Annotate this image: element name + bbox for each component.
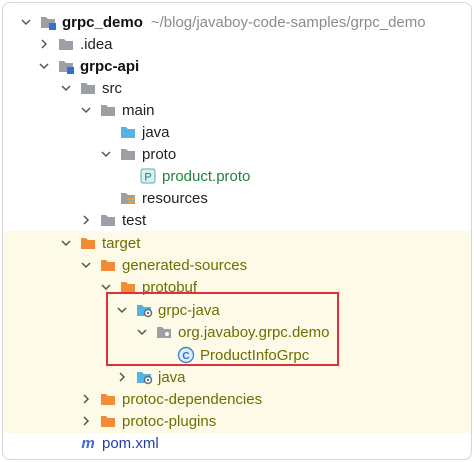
tree-row-grpc-api[interactable]: grpc-api — [3, 55, 471, 77]
tree-item-label: main — [122, 101, 155, 119]
tree-item-label: proto — [142, 145, 177, 163]
tree-row-protoc-dependencies[interactable]: protoc-dependencies — [3, 388, 471, 410]
tree-row-product-info-grpc[interactable]: C ProductInfoGrpc — [3, 344, 471, 366]
project-tree-panel: grpc_demo ~/blog/javaboy-code-samples/gr… — [2, 2, 472, 460]
tree-row-root[interactable]: grpc_demo ~/blog/javaboy-code-samples/gr… — [3, 11, 471, 33]
excluded-folder-icon — [119, 278, 137, 296]
tree-item-label: product.proto — [162, 167, 251, 185]
tree-item-label: grpc-java — [158, 301, 220, 319]
tree-row-main[interactable]: main — [3, 99, 471, 121]
folder-icon — [119, 145, 137, 163]
chevron-down-icon[interactable] — [135, 321, 149, 343]
chevron-down-icon[interactable] — [99, 143, 113, 165]
chevron-right-icon[interactable] — [79, 388, 93, 410]
tree-item-label: java — [142, 123, 170, 141]
chevron-down-icon[interactable] — [19, 11, 33, 33]
excluded-folder-icon — [79, 234, 97, 252]
tree-row-product-proto[interactable]: P product.proto — [3, 165, 471, 187]
tree-row-package[interactable]: org.javaboy.grpc.demo — [3, 321, 471, 343]
tree-row-grpc-java[interactable]: grpc-java — [3, 299, 471, 321]
class-icon-letter: C — [182, 351, 189, 362]
tree-item-label: ProductInfoGrpc — [200, 346, 310, 364]
tree-row-java-generated[interactable]: java — [3, 366, 471, 388]
resources-folder-icon — [119, 189, 137, 207]
source-folder-icon — [119, 123, 137, 141]
proto-file-letter: P — [144, 172, 151, 184]
tree-item-label: src — [102, 79, 122, 97]
tree-item-label: .idea — [80, 35, 113, 53]
chevron-down-icon[interactable] — [115, 299, 129, 321]
chevron-down-icon[interactable] — [59, 232, 73, 254]
chevron-down-icon[interactable] — [99, 276, 113, 298]
generated-source-folder-icon — [135, 301, 153, 319]
tree-item-label: org.javaboy.grpc.demo — [178, 323, 330, 341]
root-path: ~/blog/javaboy-code-samples/grpc_demo — [150, 13, 426, 31]
tree-row-pom-xml[interactable]: m pom.xml — [3, 432, 471, 454]
package-icon — [155, 323, 173, 341]
tree-item-label: protoc-dependencies — [122, 390, 263, 408]
chevron-right-icon[interactable] — [79, 209, 93, 231]
proto-file-icon: P — [139, 167, 157, 185]
module-folder-icon — [57, 57, 75, 75]
tree-item-label: protobuf — [142, 278, 198, 296]
folder-icon — [57, 35, 75, 53]
tree-row-protobuf[interactable]: protobuf — [3, 276, 471, 298]
tree-item-label: resources — [142, 189, 208, 207]
excluded-folder-icon — [99, 390, 117, 408]
chevron-down-icon[interactable] — [59, 77, 73, 99]
tree-item-label: target — [102, 234, 141, 252]
tree-item-label: pom.xml — [102, 434, 159, 452]
chevron-down-icon[interactable] — [37, 55, 51, 77]
chevron-right-icon[interactable] — [79, 410, 93, 432]
tree-item-label: java — [158, 368, 186, 386]
class-icon: C — [177, 346, 195, 364]
tree-row-target[interactable]: target — [3, 232, 471, 254]
chevron-right-icon[interactable] — [37, 33, 51, 55]
chevron-down-icon[interactable] — [79, 254, 93, 276]
tree-row-proto[interactable]: proto — [3, 143, 471, 165]
tree-row-java-src[interactable]: java — [3, 121, 471, 143]
module-folder-icon — [39, 13, 57, 31]
excluded-folder-icon — [99, 256, 117, 274]
tree-item-label: grpc-api — [80, 57, 140, 75]
tree-item-label: test — [122, 211, 147, 229]
tree-row-protoc-plugins[interactable]: protoc-plugins — [3, 410, 471, 432]
tree-row-idea[interactable]: .idea — [3, 33, 471, 55]
tree-row-test[interactable]: test — [3, 209, 471, 231]
tree-row-resources[interactable]: resources — [3, 187, 471, 209]
folder-icon — [99, 101, 117, 119]
chevron-down-icon[interactable] — [79, 99, 93, 121]
maven-file-letter: m — [81, 435, 94, 452]
excluded-folder-icon — [99, 412, 117, 430]
folder-icon — [99, 211, 117, 229]
chevron-right-icon[interactable] — [115, 366, 129, 388]
generated-source-folder-icon — [135, 368, 153, 386]
tree-item-label: generated-sources — [122, 256, 248, 274]
folder-icon — [79, 79, 97, 97]
maven-file-icon: m — [79, 434, 97, 452]
tree-row-src[interactable]: src — [3, 77, 471, 99]
root-name: grpc_demo — [62, 13, 143, 31]
tree-item-label: protoc-plugins — [122, 412, 217, 430]
tree-row-generated-sources[interactable]: generated-sources — [3, 254, 471, 276]
